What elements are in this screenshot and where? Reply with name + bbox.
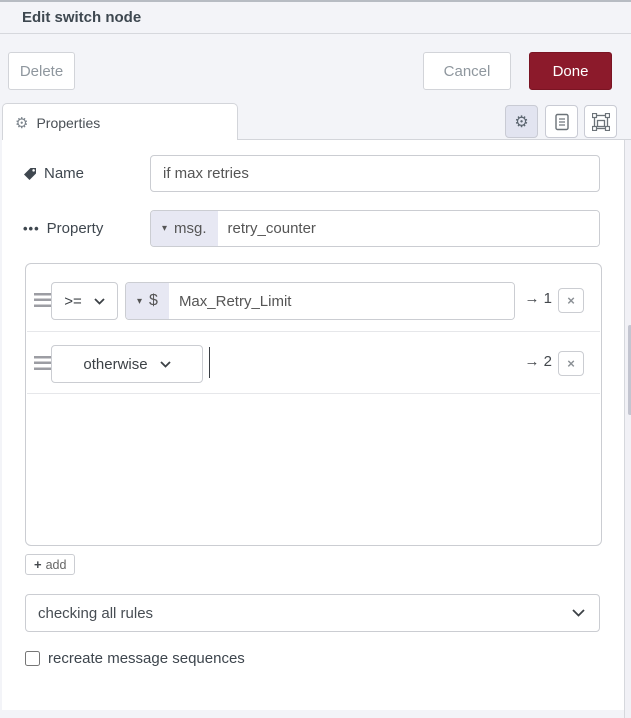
document-icon xyxy=(554,113,569,130)
rule-row-2: otherwise → 2 × xyxy=(26,332,601,394)
appearance-tab-button[interactable] xyxy=(584,105,617,138)
rule-1-type-label: $ xyxy=(149,292,158,309)
rule-1-operator-value: >= xyxy=(64,292,82,310)
rule-1-output-label: → 1 xyxy=(524,290,552,307)
properties-tab-button[interactable]: ⚙ xyxy=(505,105,538,138)
recreate-sequences-row: recreate message sequences xyxy=(25,650,245,667)
rule-1-value-input[interactable] xyxy=(168,283,514,319)
chevron-down-icon xyxy=(159,360,171,368)
rule-2-delete-button[interactable]: × xyxy=(558,351,584,376)
text-cursor xyxy=(209,347,210,378)
property-label-row: ••• Property xyxy=(23,220,103,237)
caret-down-icon: ▾ xyxy=(162,223,168,234)
add-rule-label: add xyxy=(45,557,67,572)
tag-icon xyxy=(24,167,36,180)
cancel-button[interactable]: Cancel xyxy=(423,52,511,90)
property-typed-input: ▾ msg. xyxy=(150,210,600,247)
dialog-title: Edit switch node xyxy=(22,9,142,26)
plus-icon: + xyxy=(34,557,42,572)
property-label: Property xyxy=(46,220,104,237)
rule-2-operator-value: otherwise xyxy=(83,355,148,373)
caret-down-icon: ▾ xyxy=(137,295,143,307)
tab-properties[interactable]: ⚙ Properties xyxy=(2,103,238,141)
rule-1-delete-button[interactable]: × xyxy=(558,288,584,313)
dialog-header: Edit switch node xyxy=(0,2,631,34)
rule-mode-select[interactable]: checking all rules xyxy=(25,594,600,632)
property-type-label: msg. xyxy=(174,220,207,237)
rule-row-1: >= ▾ $ → 1 × xyxy=(26,269,601,331)
scrollbar[interactable] xyxy=(624,140,631,718)
property-value-input[interactable] xyxy=(217,211,599,246)
close-icon: × xyxy=(567,356,575,371)
done-button[interactable]: Done xyxy=(529,52,612,90)
gear-icon: ⚙ xyxy=(514,113,529,131)
recreate-sequences-label: recreate message sequences xyxy=(48,650,245,667)
rule-mode-value: checking all rules xyxy=(38,604,154,622)
chevron-down-icon xyxy=(94,297,105,305)
close-icon: × xyxy=(567,293,575,308)
delete-button[interactable]: Delete xyxy=(8,52,75,90)
tab-properties-label: Properties xyxy=(36,114,101,131)
name-label: Name xyxy=(44,165,85,182)
drag-handle-icon[interactable] xyxy=(34,356,52,370)
gear-icon: ⚙ xyxy=(15,114,29,132)
chevron-down-icon xyxy=(572,609,585,617)
recreate-sequences-checkbox[interactable] xyxy=(25,651,40,666)
rule-1-type-select-button[interactable]: ▾ $ xyxy=(126,283,169,319)
properties-panel: Name ••• Property ▾ msg. >= xyxy=(2,140,624,710)
rule-divider xyxy=(27,393,600,394)
name-label-row: Name xyxy=(23,165,84,182)
drag-handle-icon[interactable] xyxy=(34,293,52,307)
ellipsis-icon: ••• xyxy=(23,221,40,236)
property-type-select-button[interactable]: ▾ msg. xyxy=(151,211,218,246)
add-rule-button[interactable]: + add xyxy=(25,554,76,575)
edit-switch-node-dialog: Edit switch node Delete Cancel Done ⚙ Pr… xyxy=(0,0,631,718)
rule-2-output-label: → 2 xyxy=(524,353,552,370)
rule-2-operator-select[interactable]: otherwise xyxy=(51,345,203,383)
description-tab-button[interactable] xyxy=(545,105,578,138)
rules-list: >= ▾ $ → 1 × xyxy=(25,263,602,546)
rule-1-typed-input: ▾ $ xyxy=(125,282,515,320)
appearance-icon xyxy=(591,112,610,131)
name-input[interactable] xyxy=(150,155,600,192)
rule-1-operator-select[interactable]: >= xyxy=(51,282,118,320)
